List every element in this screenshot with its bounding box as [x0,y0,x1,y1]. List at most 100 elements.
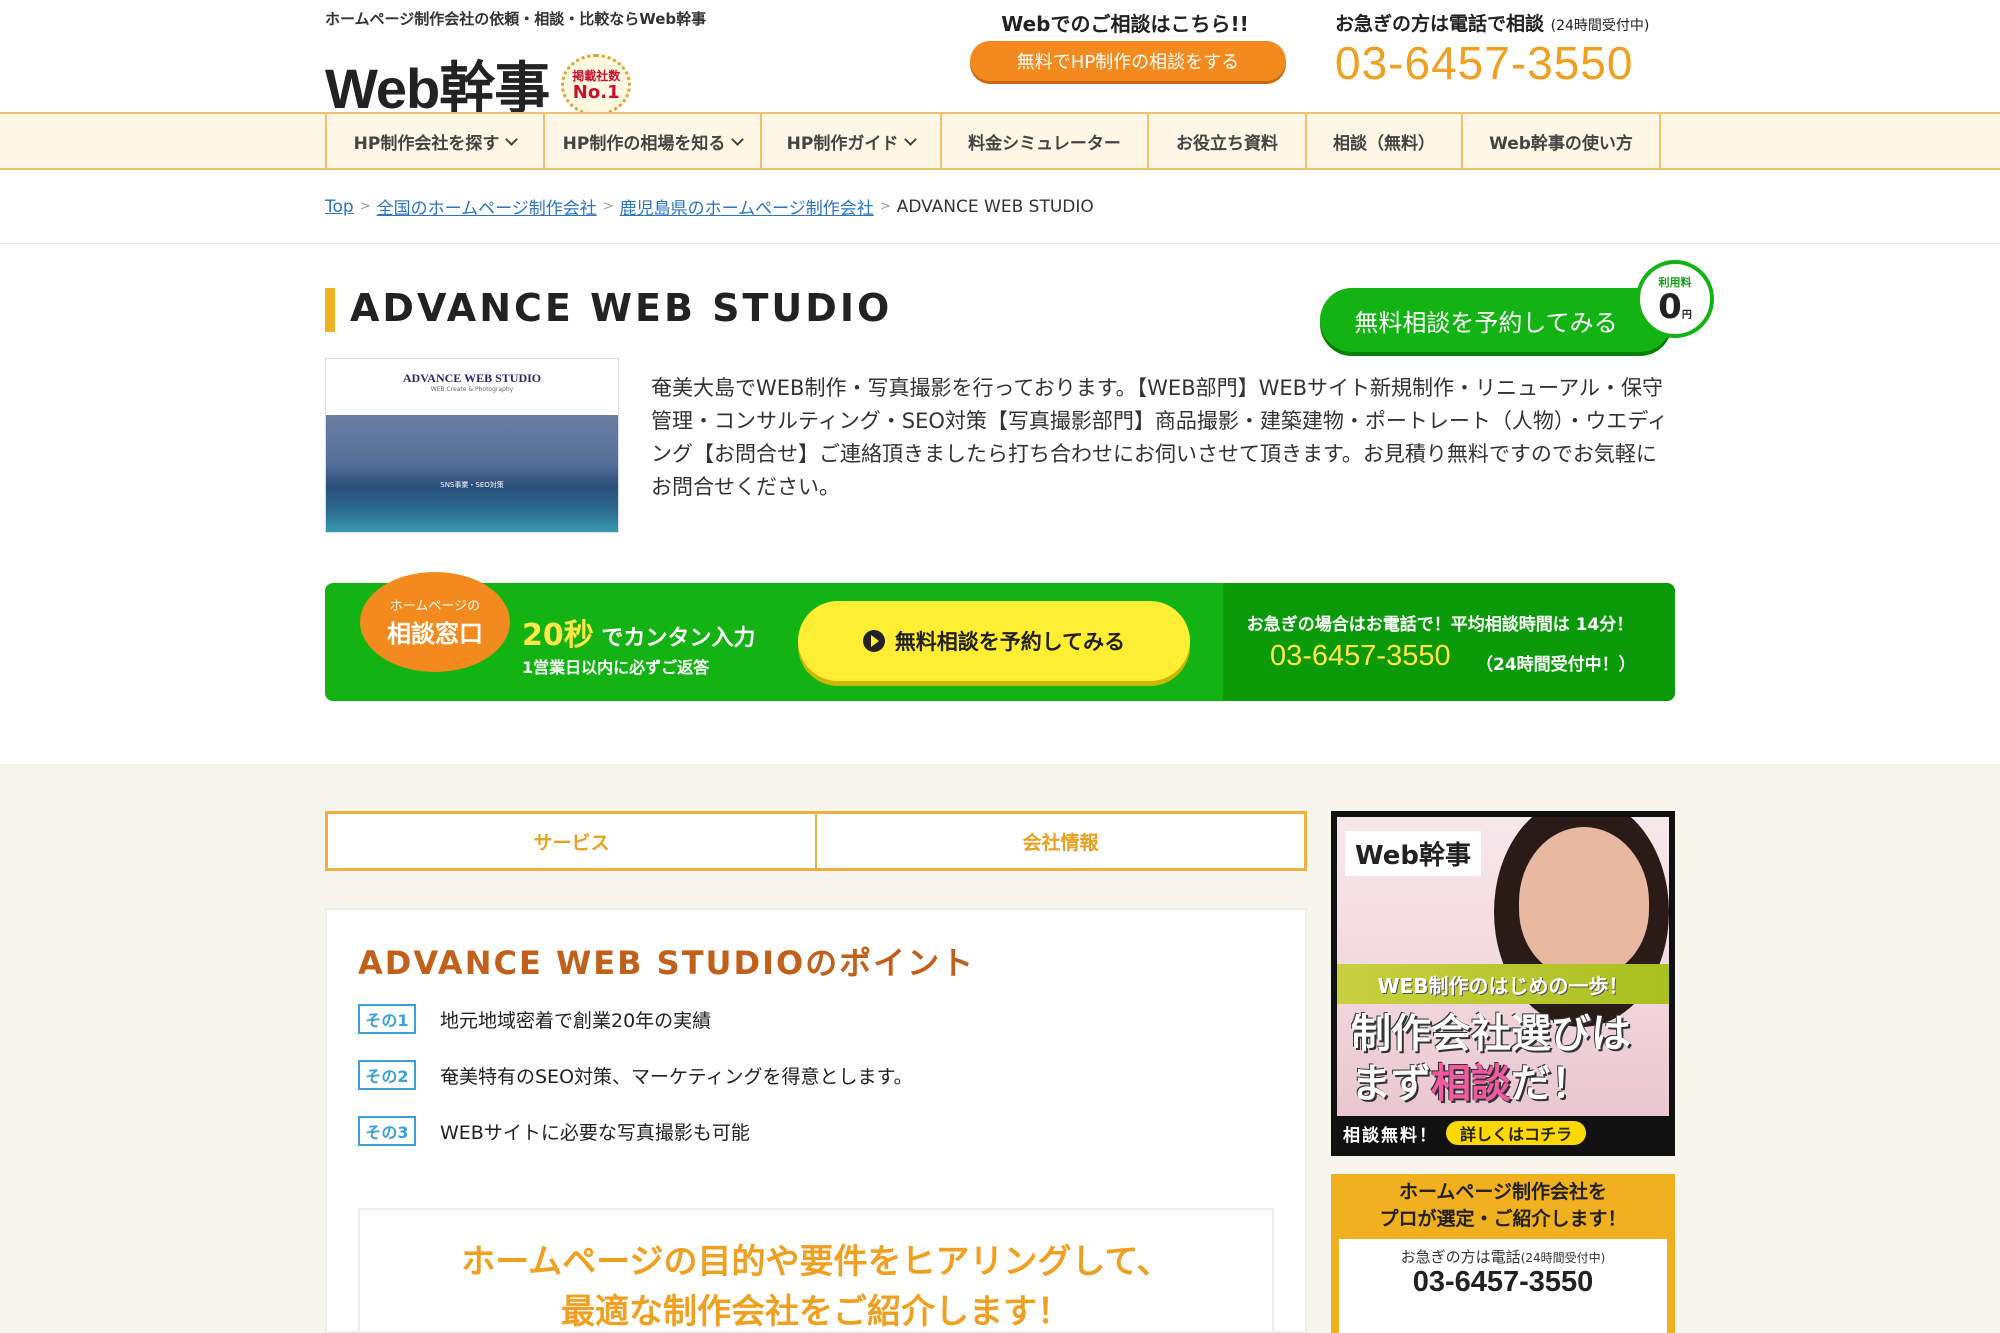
company-thumbnail[interactable]: ADVANCE WEB STUDIO WEB Create & Photogra… [325,358,619,533]
cta-phone-number[interactable]: 03-6457-3550 [1270,640,1451,673]
point-tag: その2 [358,1060,416,1090]
nav-item-label: HP制作会社を探す [353,133,500,154]
page-title: ADVANCE WEB STUDIO [350,286,893,330]
header-phone-note: (24時間受付中) [1550,18,1650,34]
banner-headline-line2: まず相談だ！ [1351,1059,1631,1109]
banner-word-mazu: まず [1351,1061,1431,1107]
nav-item-label: HP制作ガイド [786,133,899,154]
header-phone-label-text: お急ぎの方は電話で相談 [1335,13,1545,35]
badge-small-text: ホームページの [389,599,481,614]
point-item: その1 地元地域密着で創業20年の実績 [358,1004,711,1034]
company-description: 奄美大島でWEB制作・写真撮影を行っております。【WEB部門】WEBサイト新規制… [651,376,1668,499]
breadcrumb-separator: > [602,199,614,214]
breadcrumb-link-top[interactable]: Top [325,197,354,217]
site-tagline: ホームページ制作会社の依頼・相談・比較ならWeb幹事 [325,10,707,28]
nav-item-label: お役立ち資料 [1176,133,1278,154]
breadcrumb-current: ADVANCE WEB STUDIO [896,196,1094,217]
fee-value: 0円 [1658,290,1692,324]
no1-badge: 掲載社数 No.1 [561,53,632,116]
banner-word-soudan: 相談 [1431,1061,1511,1107]
free-fee-badge: 利用料 0円 [1636,260,1714,338]
sidebar-box-title-line1: ホームページ制作会社を [1398,1181,1608,1203]
header-phone-number[interactable]: 03-6457-3550 [1335,36,1633,90]
banner-bottom-bar: 相談無料！ 詳しくはコチラ [1337,1116,1669,1150]
banner-free-text: 相談無料！ [1343,1125,1438,1146]
sidebar-box-title-line2: プロが選定・ご紹介します！ [1379,1208,1627,1230]
reserve-consult-button[interactable]: 無料相談を予約してみる [1320,288,1672,352]
banner-image: Web幹事 WEB制作のはじめの一歩！ 制作会社選びは まず相談だ！ 相談無料！… [1337,817,1669,1150]
sidebar-phone-label: お急ぎの方は電話(24時間受付中) [1339,1246,1667,1267]
arrow-circle-icon [862,630,885,652]
hearing-line2: 最適な制作会社をご紹介します！ [561,1292,1071,1332]
chevron-down-icon [505,132,519,146]
consult-window-badge: ホームページの 相談窓口 [360,572,510,672]
nav-item-label: 相談（無料） [1333,133,1435,154]
nav-item-find-companies[interactable]: HP制作会社を探す [325,114,543,168]
thumb-subtitle: WEB Create & Photography [430,386,514,393]
cta-phone-note: （24時間受付中！） [1476,655,1636,675]
web-consult-button[interactable]: 無料でHP制作の相談をする [970,41,1286,81]
cta-phone-label: お急ぎの場合はお電話で！平均相談時間は 14分！ [1246,615,1634,635]
nav-item-simulator[interactable]: 料金シミュレーター [940,114,1147,168]
hearing-heading: ホームページの目的や要件をヒアリングして、 最適な制作会社をご紹介します！ [358,1237,1274,1333]
sidebar-phone-label-note: (24時間受付中) [1520,1251,1606,1265]
breadcrumb-separator: > [879,199,891,214]
thumb-caption: SNS事業・SEO対策 [440,481,504,489]
point-item: その2 奄美特有のSEO対策、マーケティングを得意とします。 [358,1060,913,1090]
tab-services[interactable]: サービス [328,814,815,868]
banner-strip: WEB制作のはじめの一歩！ [1337,964,1669,1004]
nav-item-guide[interactable]: HP制作ガイド [760,114,940,168]
breadcrumb-separator: > [359,199,371,214]
sidebar-banner[interactable]: Web幹事 WEB制作のはじめの一歩！ 制作会社選びは まず相談だ！ 相談無料！… [1331,811,1675,1156]
breadcrumb: Top > 全国のホームページ制作会社 > 鹿児島県のホームページ制作会社 > ADV… [325,194,1094,220]
banner-headline-line1: 制作会社選びは [1351,1011,1631,1057]
banner-person-illustration [1519,827,1649,977]
sidebar-box-title: ホームページ制作会社を プロが選定・ご紹介します！ [1331,1179,1675,1233]
main-nav: HP制作会社を探す HP制作の相場を知る HP制作ガイド 料金シミュレーター お… [0,112,2000,170]
sidebar-phone-label-text: お急ぎの方は電話 [1400,1248,1521,1266]
nav-item-consult[interactable]: 相談（無料） [1305,114,1461,168]
company-tabs: サービス 会社情報 [325,811,1307,871]
banner-logo: Web幹事 [1345,831,1481,876]
point-text: 地元地域密着で創業20年の実績 [440,1009,712,1032]
point-tag: その3 [358,1116,416,1146]
badge-big-text: 相談窓口 [387,620,483,648]
tab-company-info[interactable]: 会社情報 [815,814,1304,868]
banner-word-da: だ！ [1511,1061,1591,1107]
breadcrumb-link-national[interactable]: 全国のホームページ制作会社 [377,194,597,219]
breadcrumb-link-kagoshima[interactable]: 鹿児島県のホームページ制作会社 [620,194,874,219]
nav-item-label: HP制作の相場を知る [562,133,726,154]
point-tag: その1 [358,1004,416,1034]
nav-item-resources[interactable]: お役立ち資料 [1147,114,1305,168]
thumb-title: ADVANCE WEB STUDIO [402,371,542,385]
cta-easy-input-text: でカンタン入力 [601,626,756,651]
sidebar-phone-number[interactable]: 03-6457-3550 [1339,1266,1667,1299]
title-accent-bar [325,288,335,332]
cta-reserve-label: 無料相談を予約してみる [894,630,1126,654]
cta-reply-note: 1営業日以内に必ずご返答 [522,658,710,677]
breadcrumb-bar: Top > 全国のホームページ制作会社 > 鹿児島県のホームページ制作会社 > ADV… [0,172,2000,244]
cta-easy-input: 20秒 でカンタン入力 [522,610,755,654]
chevron-down-icon [904,132,918,146]
header-phone-label: お急ぎの方は電話で相談 (24時間受付中) [1335,9,1649,36]
nav-item-label: 料金シミュレーター [968,133,1121,154]
banner-detail-button[interactable]: 詳しくはコチラ [1446,1121,1587,1145]
thumb-header: ADVANCE WEB STUDIO WEB Create & Photogra… [326,359,618,415]
nav-item-label: Web幹事の使い方 [1489,133,1633,154]
fee-number: 0 [1658,287,1682,327]
point-text: WEBサイトに必要な写真撮影も可能 [440,1121,750,1144]
fee-unit: 円 [1681,310,1692,321]
badge-line2: No.1 [572,82,620,103]
nav-item-how-to-use[interactable]: Web幹事の使い方 [1461,114,1661,168]
cta-reserve-button[interactable]: 無料相談を予約してみる [798,601,1190,681]
cta-seconds: 20秒 [522,618,594,653]
hearing-line1: ホームページの目的や要件をヒアリングして、 [461,1242,1171,1282]
web-consult-label: Webでのご相談はこちら!! [1001,12,1249,36]
chevron-down-icon [731,132,745,146]
banner-headline: 制作会社選びは まず相談だ！ [1351,1009,1631,1109]
point-item: その3 WEBサイトに必要な写真撮影も可能 [358,1116,750,1146]
nav-item-price-market[interactable]: HP制作の相場を知る [543,114,760,168]
thumb-sea-image: SNS事業・SEO対策 [326,415,618,532]
points-title: ADVANCE WEB STUDIOのポイント [358,944,976,982]
point-text: 奄美特有のSEO対策、マーケティングを得意とします。 [440,1065,913,1088]
